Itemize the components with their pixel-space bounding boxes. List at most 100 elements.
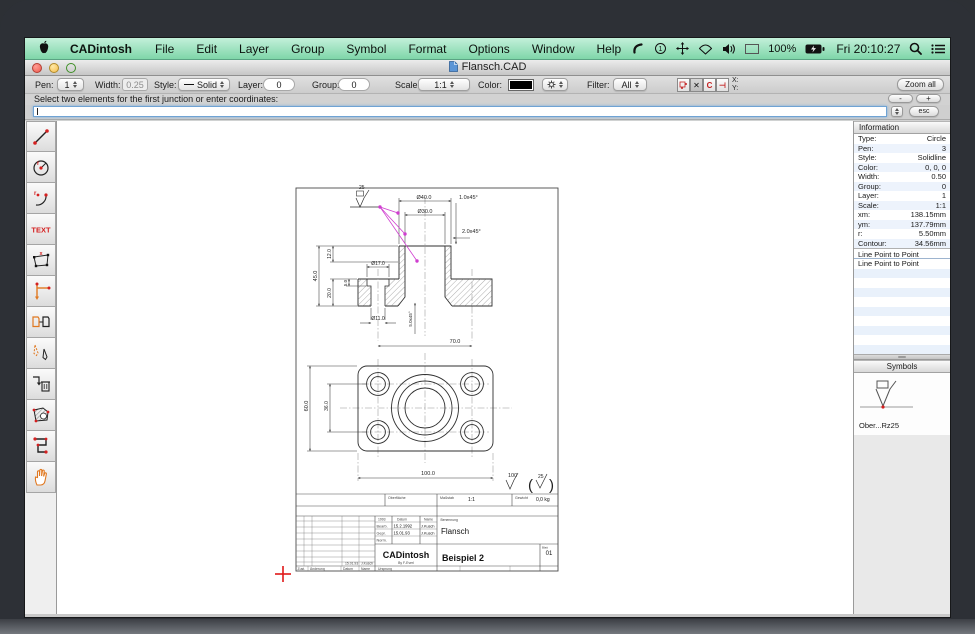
delete-tool[interactable]: [26, 369, 56, 400]
filter-select[interactable]: All: [613, 78, 647, 91]
zoom-out-button[interactable]: -: [888, 94, 913, 103]
menu-bar: CADintosh File Edit Layer Group Symbol F…: [25, 38, 950, 60]
menu-window[interactable]: Window: [521, 42, 586, 56]
hatch-tool[interactable]: [26, 400, 56, 431]
menu-format[interactable]: Format: [397, 42, 457, 56]
tb-rev-name: J.Kusch: [361, 562, 373, 566]
info-row: xm:138.15mm: [854, 210, 950, 220]
snap-intersection-toggle[interactable]: ✕: [690, 78, 703, 92]
width-field[interactable]: 0.25: [122, 78, 148, 91]
width-label: Width:: [95, 80, 121, 90]
filter-label: Filter:: [587, 80, 610, 90]
snap-endpoint-toggle[interactable]: ⊣: [716, 78, 729, 92]
german-flag-icon[interactable]: [745, 44, 759, 54]
info-row: Group:0: [854, 182, 950, 192]
group-field[interactable]: 0: [338, 78, 370, 91]
dim-d30: Ø30.0: [418, 209, 433, 215]
menu-symbol[interactable]: Symbol: [335, 42, 397, 56]
esc-button[interactable]: esc: [909, 106, 939, 117]
history-empty-row: [854, 326, 950, 336]
window-titlebar[interactable]: Flansch.CAD: [25, 60, 950, 76]
menu-app-name[interactable]: CADintosh: [58, 42, 144, 56]
circle-one-icon[interactable]: 1: [654, 42, 667, 55]
symbols-header: Symbols: [854, 360, 950, 373]
circle-tool[interactable]: r: [26, 152, 56, 183]
copy-tool[interactable]: [26, 307, 56, 338]
edit-pen-icon: [30, 342, 52, 364]
ortho-dimension-tool[interactable]: [26, 276, 56, 307]
symbols-list: Ober...Rz25: [854, 373, 950, 435]
history-empty-row: [854, 278, 950, 288]
menu-help[interactable]: Help: [586, 42, 633, 56]
wifi-icon[interactable]: [698, 43, 713, 55]
style-select[interactable]: Solid: [178, 78, 230, 91]
zoom-in-button[interactable]: +: [916, 94, 941, 103]
history-list[interactable]: Line Point to Point: [854, 259, 950, 354]
text-tool[interactable]: TEXT: [26, 214, 56, 245]
color-swatch[interactable]: [508, 79, 534, 91]
tb-bearb: Bearb.: [377, 525, 388, 529]
apple-menu[interactable]: [25, 40, 58, 57]
menu-layer[interactable]: Layer: [228, 42, 280, 56]
dim-d11: Ø11.0: [371, 316, 384, 322]
line-tool[interactable]: [26, 121, 56, 152]
dim-h60: 60.0: [304, 401, 310, 412]
polygon-tool-icon: x: [30, 249, 52, 271]
phone-icon[interactable]: [632, 42, 645, 55]
snap-center-toggle[interactable]: C: [703, 78, 716, 92]
menu-file[interactable]: File: [144, 42, 185, 56]
info-row: Type:Circle: [854, 134, 950, 144]
prompt-message: Select two elements for the first juncti…: [34, 94, 278, 104]
polyline-tool-icon: [30, 435, 52, 457]
scale-select[interactable]: 1:1: [418, 78, 470, 91]
symbol-label[interactable]: Ober...Rz25: [859, 421, 899, 430]
drawing-canvas[interactable]: Ø40.0 1.0x45° Ø30.0 2.0x45° Ø17.0 Ø11.0 …: [57, 121, 853, 614]
spotlight-search-icon[interactable]: [909, 42, 922, 55]
delete-tool-icon: [30, 373, 52, 395]
tb-blatt-value: 01: [546, 551, 553, 557]
battery-icon[interactable]: [805, 44, 825, 54]
input-stepper[interactable]: [891, 106, 903, 117]
dim-h45: 45.0: [313, 271, 319, 282]
tb-col-name: Name: [424, 518, 433, 522]
surface-25-value: 25: [538, 474, 544, 480]
volume-icon[interactable]: [722, 43, 736, 55]
command-input[interactable]: [33, 106, 887, 117]
toolbar: Pen: 1 Width: 0.25 Style: Solid Layer: 0…: [25, 76, 950, 94]
ortho-tool-icon: [30, 280, 52, 302]
history-empty-row: [854, 288, 950, 298]
tb-app-name: CADintosh: [383, 550, 430, 560]
polygon-tool[interactable]: x: [26, 245, 56, 276]
info-row: Pen:3: [854, 144, 950, 154]
move-crosshair-icon[interactable]: [676, 42, 689, 55]
history-empty-row: [854, 335, 950, 345]
svg-text:TEXT: TEXT: [31, 226, 51, 235]
tb-gepr: Gepr.: [377, 532, 386, 536]
menu-edit[interactable]: Edit: [185, 42, 228, 56]
svg-text:1: 1: [659, 46, 663, 53]
pan-tool[interactable]: [26, 462, 56, 493]
surface-symbol-thumbnail[interactable]: [858, 377, 918, 417]
dim-w70: 70.0: [450, 339, 461, 345]
layer-field[interactable]: 0: [263, 78, 295, 91]
pen-settings-button[interactable]: [542, 78, 568, 91]
svg-text:r: r: [37, 161, 40, 167]
snap-points-toggle[interactable]: [677, 78, 690, 92]
menu-options[interactable]: Options: [457, 42, 520, 56]
tb-name: Name: [361, 567, 370, 571]
arc-tool[interactable]: r: [26, 183, 56, 214]
edit-pen-tool[interactable]: [26, 338, 56, 369]
menu-clock[interactable]: Fri 20:10:27: [836, 42, 900, 56]
style-label: Style:: [154, 80, 177, 90]
line-tool-icon: [30, 126, 52, 148]
pen-select[interactable]: 1: [57, 78, 84, 91]
dim-chamfer2: 2.0x45°: [462, 229, 481, 235]
polyline-tool[interactable]: [26, 431, 56, 462]
tb-part-name: Flansch: [441, 527, 469, 536]
list-menu-icon[interactable]: [931, 43, 946, 55]
zoom-all-button[interactable]: Zoom all: [897, 78, 944, 91]
tb-aenderung: Änderung: [310, 567, 325, 571]
history-item[interactable]: Line Point to Point: [854, 259, 950, 269]
menu-group[interactable]: Group: [280, 42, 335, 56]
tb-gepr-name: J.Kusch: [421, 532, 435, 536]
